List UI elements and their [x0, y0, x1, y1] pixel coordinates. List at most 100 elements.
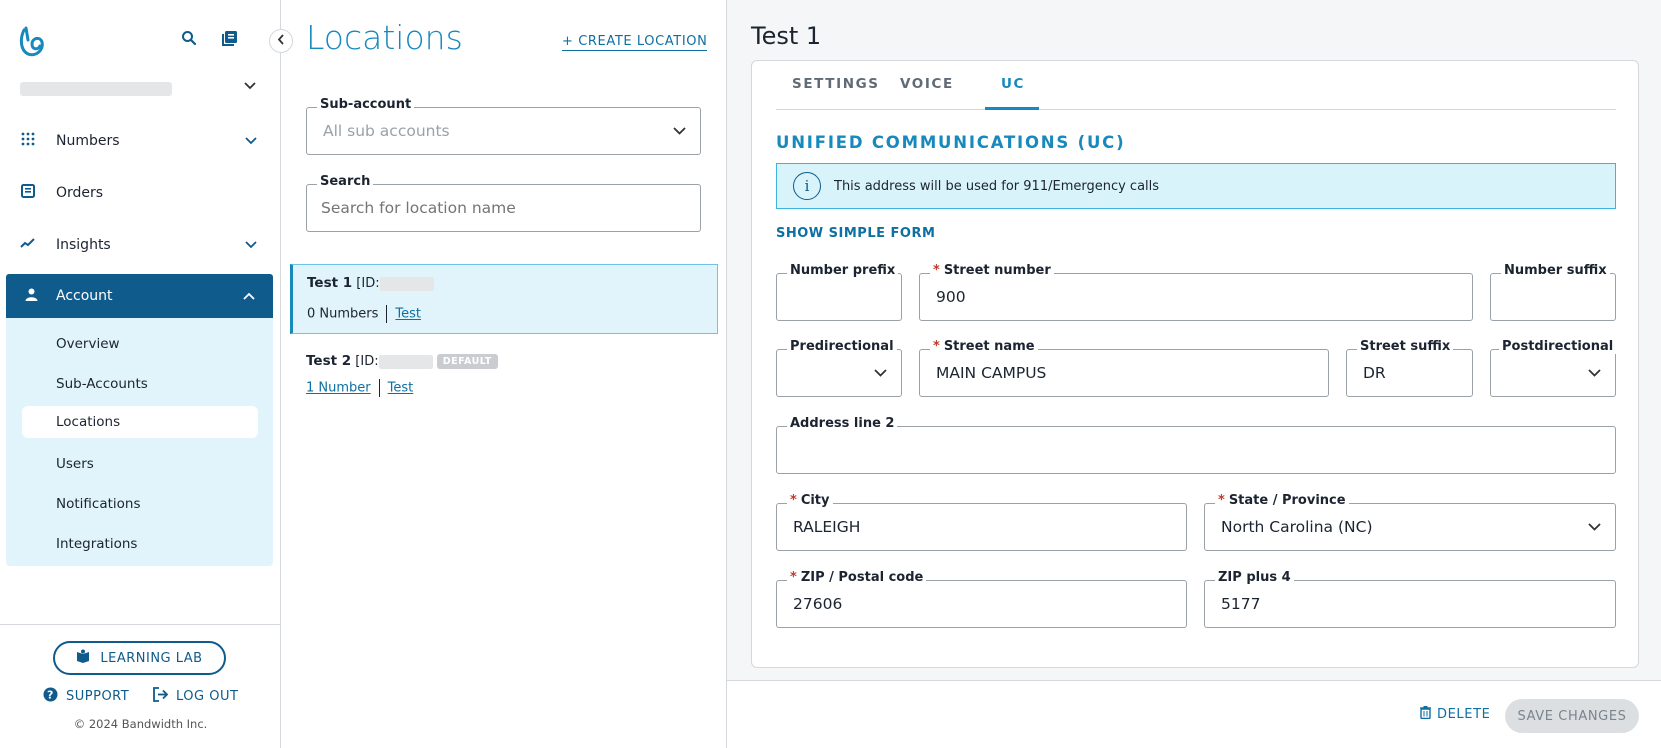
field-label: * ZIP / Postal code: [787, 570, 927, 585]
detail-title: Test 1: [751, 22, 822, 50]
tab-uc[interactable]: UC: [1001, 76, 1025, 92]
divider: [0, 624, 281, 625]
learning-lab-button[interactable]: LEARNING LAB: [53, 641, 226, 675]
address-line2-field[interactable]: Address line 2: [776, 416, 1616, 474]
chevron-left-icon: [277, 33, 285, 49]
orders-icon: [0, 184, 56, 202]
subnav-overview[interactable]: Overview: [56, 336, 120, 352]
location-name: Test 1: [307, 275, 353, 291]
postdirectional-select[interactable]: Postdirectional: [1490, 339, 1617, 397]
info-text: This address will be used for 911/Emerge…: [834, 178, 1160, 194]
account-switcher[interactable]: [0, 74, 281, 104]
delete-button[interactable]: DELETE: [1420, 706, 1490, 723]
nav-insights[interactable]: Insights: [0, 224, 281, 266]
info-banner: i This address will be used for 911/Emer…: [776, 163, 1616, 209]
location-link[interactable]: Test: [388, 381, 414, 396]
numbers-link[interactable]: 1 Number: [306, 381, 371, 396]
collapse-sidebar-button[interactable]: [269, 29, 293, 53]
city-field[interactable]: * City RALEIGH: [776, 493, 1187, 551]
create-location-button[interactable]: + CREATE LOCATION: [562, 34, 708, 51]
save-changes-button[interactable]: SAVE CHANGES: [1505, 699, 1639, 733]
separator: [378, 379, 380, 397]
detail-panel: SETTINGS VOICE UC UNIFIED COMMUNICATIONS…: [751, 60, 1639, 668]
street-suffix-field[interactable]: Street suffix DR: [1346, 339, 1473, 397]
nav-label: Numbers: [56, 133, 120, 149]
account-name-redacted: [20, 82, 172, 96]
field-label: Number suffix: [1501, 263, 1610, 278]
state-select[interactable]: * State / Province North Carolina (NC): [1204, 493, 1616, 551]
default-badge: DEFAULT: [436, 354, 498, 369]
support-link[interactable]: ? SUPPORT: [43, 687, 129, 706]
learning-lab-label: LEARNING LAB: [100, 650, 203, 666]
field-label-text: ZIP / Postal code: [800, 570, 924, 585]
action-footer: DELETE SAVE CHANGES: [727, 680, 1661, 748]
field-label: Street suffix: [1357, 339, 1454, 354]
location-header: Test 2 [ID: DEFAULT: [306, 353, 498, 369]
nav-label: Insights: [56, 237, 111, 253]
tab-voice[interactable]: VOICE: [900, 76, 954, 92]
support-label: SUPPORT: [66, 689, 130, 704]
location-item[interactable]: Test 2 [ID: DEFAULT 1 Number Test: [306, 353, 498, 397]
subnav-integrations[interactable]: Integrations: [56, 536, 137, 552]
trending-up-icon: [0, 237, 56, 253]
field-label: * Street name: [930, 339, 1038, 354]
nav-label: Orders: [56, 185, 104, 201]
logout-link[interactable]: LOG OUT: [152, 687, 238, 706]
svg-text:?: ?: [47, 689, 54, 702]
street-number-field[interactable]: * Street number 900: [919, 263, 1473, 321]
street-name-field[interactable]: * Street name MAIN CAMPUS: [919, 339, 1329, 397]
person-icon: [6, 288, 56, 305]
section-title: UNIFIED COMMUNICATIONS (UC): [776, 133, 1126, 152]
search-input[interactable]: [321, 197, 681, 219]
subnav-users[interactable]: Users: [56, 456, 94, 472]
field-value: DR: [1363, 364, 1386, 382]
chevron-down-icon: [243, 80, 257, 94]
chevron-down-icon: [1588, 366, 1601, 380]
account-subnav: Overview Sub-Accounts Locations Users No…: [6, 318, 273, 566]
field-label: Postdirectional: [1499, 339, 1617, 354]
chevron-down-icon: [245, 134, 257, 148]
book-icon: [76, 649, 90, 667]
subnav-sub-accounts[interactable]: Sub-Accounts: [56, 376, 148, 392]
locations-panel: Locations + CREATE LOCATION Sub-account …: [281, 0, 727, 748]
field-label-text: Street number: [943, 263, 1051, 278]
search-field[interactable]: Search: [306, 174, 701, 232]
chevron-up-icon: [243, 289, 255, 303]
logout-label: LOG OUT: [176, 689, 239, 704]
field-label: * State / Province: [1215, 493, 1349, 508]
copyright: © 2024 Bandwidth Inc.: [73, 717, 208, 731]
chevron-down-icon: [874, 366, 887, 380]
nav-numbers[interactable]: Numbers: [0, 120, 281, 162]
predirectional-select[interactable]: Predirectional: [776, 339, 902, 397]
field-label-text: City: [800, 493, 830, 508]
help-icon: ?: [43, 687, 58, 706]
tab-settings[interactable]: SETTINGS: [792, 76, 880, 92]
subnav-notifications[interactable]: Notifications: [56, 496, 141, 512]
subnav-locations[interactable]: Locations: [22, 406, 258, 438]
library-icon[interactable]: [221, 30, 238, 51]
field-label: Sub-account: [317, 97, 415, 112]
tab-bar: SETTINGS VOICE UC: [776, 61, 1616, 110]
search-icon[interactable]: [181, 30, 197, 50]
field-label: * City: [787, 493, 833, 508]
bandwidth-logo[interactable]: [18, 24, 48, 58]
nav-account[interactable]: Account: [6, 274, 273, 318]
chevron-down-icon: [1588, 520, 1601, 534]
number-suffix-field[interactable]: Number suffix: [1490, 263, 1616, 321]
subaccount-select[interactable]: Sub-account All sub accounts: [306, 97, 701, 155]
zip-field[interactable]: * ZIP / Postal code 27606: [776, 570, 1187, 628]
field-label-text: Street name: [943, 339, 1035, 354]
delete-label: DELETE: [1437, 707, 1491, 722]
nav-label: Account: [56, 288, 113, 304]
location-meta: 1 Number Test: [306, 379, 498, 397]
location-link[interactable]: Test: [395, 307, 421, 322]
nav-orders[interactable]: Orders: [0, 172, 281, 214]
zip-plus4-field[interactable]: ZIP plus 4 5177: [1204, 570, 1616, 628]
location-id-redacted: [378, 354, 433, 369]
show-simple-form-link[interactable]: SHOW SIMPLE FORM: [776, 226, 935, 241]
location-item-selected[interactable]: Test 1 [ID: 0 Numbers Test: [290, 264, 718, 334]
number-prefix-field[interactable]: Number prefix: [776, 263, 902, 321]
field-label: Address line 2: [787, 416, 898, 431]
location-id-label: [ID:: [355, 354, 379, 369]
dialpad-icon: [0, 132, 56, 150]
